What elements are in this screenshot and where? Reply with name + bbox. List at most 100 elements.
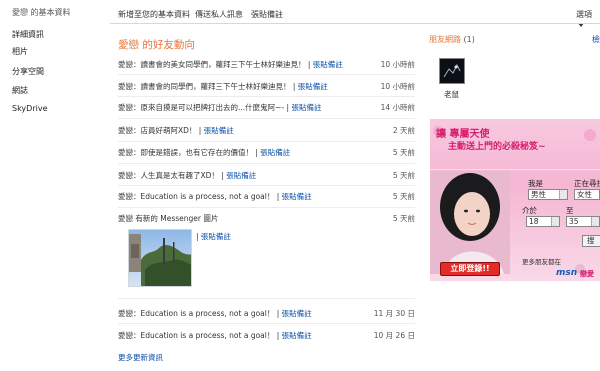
feed-item-text: 愛戀：即使是錯誤，也有它存在的價值！	[118, 148, 253, 157]
feed-item: 愛戀：Education is a process, not a goal！ |…	[118, 330, 415, 342]
feed-item: 愛戀：Education is a process, not a goal！ |…	[118, 308, 415, 320]
feed-item-time: 14 小時前	[380, 103, 415, 112]
ad-subheadline: 主動送上門的必殺秘笈~	[448, 142, 546, 152]
more-updates-link[interactable]: 更多更新資訊	[118, 352, 163, 363]
feed-item: 愛戀：Education is a process, not a goal！ |…	[118, 191, 415, 203]
feed-item-text: 愛戀：Education is a process, not a goal！	[118, 309, 275, 318]
view-all-link[interactable]: 檢	[592, 34, 600, 45]
friend-avatar[interactable]	[439, 58, 465, 84]
divider	[118, 96, 415, 97]
age-to-value: 35	[569, 217, 579, 226]
options-menu[interactable]: 選項	[576, 9, 600, 29]
separator: |	[274, 192, 282, 201]
age-to-label: 至	[566, 206, 574, 215]
feed-item-time: 5 天前	[392, 148, 415, 157]
feed-item-time: 5 天前	[392, 214, 415, 223]
feed-title: 愛戀 的好友動向	[118, 39, 195, 51]
send-message-link[interactable]: 傳送私人訊息	[195, 9, 243, 20]
feed-item-time: 2 天前	[392, 126, 415, 135]
post-note-link[interactable]: 張貼備註	[313, 60, 343, 69]
chevron-down-icon	[551, 217, 559, 226]
sidebar-item-photos[interactable]: 相片	[12, 46, 28, 57]
post-note-link[interactable]: 張貼備註	[260, 148, 290, 157]
brand-suffix: 戀愛	[580, 270, 594, 278]
post-note-link[interactable]: 張貼備註	[251, 9, 283, 20]
post-note-link[interactable]: 張貼備註	[291, 103, 321, 112]
feed-item: 愛戀：讀書會的同學們，蘿拜三下午士林好樂迪見！ | 張貼備註 10 小時前	[118, 81, 415, 93]
post-note-link[interactable]: 張貼備註	[282, 309, 312, 318]
post-note-link[interactable]: 張貼備註	[204, 126, 234, 135]
feed-item-time: 11 月 30 日	[373, 309, 415, 318]
separator: |	[290, 82, 298, 91]
age-from-value: 18	[529, 217, 539, 226]
age-from-label: 介於	[522, 206, 537, 215]
top-divider	[110, 23, 600, 24]
age-to-select[interactable]: 35	[566, 216, 600, 227]
msn-logo: msn	[556, 268, 578, 278]
seeking-select-value: 女性	[577, 190, 592, 199]
chevron-down-icon	[591, 217, 599, 226]
feed-item: 愛戀：讀書會的美女同學們，蘿拜三下午士林好樂迪見！ | 張貼備註 10 小時前	[118, 59, 415, 71]
photo-image	[129, 230, 191, 286]
messenger-photo[interactable]	[128, 229, 192, 287]
divider	[118, 163, 415, 164]
separator: |	[305, 60, 313, 69]
gender-select[interactable]: 男性	[528, 189, 568, 200]
separator: |	[274, 309, 282, 318]
profile-title: 愛戀 的基本資料	[12, 8, 71, 17]
i-am-label: 我是	[528, 179, 543, 188]
seeking-select[interactable]: 女性	[574, 189, 600, 200]
feed-item-time: 10 月 26 日	[373, 331, 415, 340]
feed-item: 愛戀：即使是錯誤，也有它存在的價值！ | 張貼備註 5 天前	[118, 147, 415, 159]
dating-ad[interactable]: 讓 專屬天使 主動送上門的必殺秘笈~ 我是 正在尋找 男性 女性 介於 至 18…	[430, 119, 600, 281]
feed-item-text: 愛戀：店員好萌阿XD！	[118, 126, 197, 135]
feed-item-text: 愛戀 有新的 Messenger 圖片	[118, 214, 219, 223]
feed-item-text: 愛戀：Education is a process, not a goal！	[118, 331, 275, 340]
feed-item-time: 5 天前	[392, 192, 415, 201]
search-button[interactable]: 搜	[582, 235, 600, 247]
gender-select-value: 男性	[531, 190, 546, 199]
feed-item-text: 愛戀：人生真是太有趣了XD！	[118, 171, 219, 180]
feed-item: 愛戀：原來自摸是可以把牌打出去的...什麼鬼阿~- | 張貼備註 14 小時前	[118, 102, 415, 114]
divider	[118, 323, 415, 324]
post-note-link[interactable]: 張貼備註	[282, 331, 312, 340]
divider	[118, 185, 415, 186]
feed-item-text: 愛戀：讀書會的同學們，蘿拜三下午士林好樂迪見！	[118, 82, 291, 91]
friends-network-label: 朋友網路	[429, 35, 461, 44]
friends-network-heading[interactable]: 朋友網路 (1)	[429, 34, 475, 45]
sidebar-item-share[interactable]: 分享空間	[12, 66, 44, 77]
ad-headline: 讓 專屬天使	[436, 129, 490, 140]
sidebar-item-skydrive[interactable]: SkyDrive	[12, 104, 48, 113]
feed-item: 愛戀：店員好萌阿XD！ | 張貼備註 2 天前	[118, 125, 415, 137]
feed-item-time: 10 小時前	[380, 60, 415, 69]
post-note-link[interactable]: 張貼備註	[201, 232, 231, 241]
feed-item: 愛戀 有新的 Messenger 圖片 5 天前	[118, 213, 415, 225]
register-button[interactable]: 立即登錄!!	[440, 262, 500, 276]
feed-item-text: 愛戀：原來自摸是可以把牌打出去的...什麼鬼阿~-	[118, 103, 285, 112]
divider	[118, 298, 415, 299]
friends-count: (1)	[463, 35, 475, 44]
divider	[118, 141, 415, 142]
photo-note: | 張貼備註	[196, 232, 231, 241]
add-to-profile-link[interactable]: 新增至您的基本資料	[118, 9, 190, 20]
feed-item-text: 愛戀：Education is a process, not a goal！	[118, 192, 275, 201]
feed-item: 愛戀：人生真是太有趣了XD！ | 張貼備註 5 天前	[118, 170, 415, 182]
options-label: 選項	[576, 10, 592, 19]
post-note-link[interactable]: 張貼備註	[226, 171, 256, 180]
divider	[118, 118, 415, 119]
ad-more-friends: 更多朋友都在	[522, 258, 561, 266]
divider	[118, 74, 415, 75]
sidebar-item-details[interactable]: 詳細資訊	[12, 29, 44, 40]
sidebar-item-blog[interactable]: 網誌	[12, 85, 28, 96]
post-note-link[interactable]: 張貼備註	[282, 192, 312, 201]
separator: |	[274, 331, 282, 340]
feed-item-time: 10 小時前	[380, 82, 415, 91]
divider	[118, 207, 415, 208]
post-note-link[interactable]: 張貼備註	[298, 82, 328, 91]
avatar-icon	[440, 59, 464, 83]
age-from-select[interactable]: 18	[526, 216, 560, 227]
friend-name[interactable]: 老鼠	[444, 89, 459, 100]
feed-item-time: 5 天前	[392, 171, 415, 180]
chevron-down-icon	[559, 190, 567, 199]
feed-item-text: 愛戀：讀書會的美女同學們，蘿拜三下午士林好樂迪見！	[118, 60, 306, 69]
